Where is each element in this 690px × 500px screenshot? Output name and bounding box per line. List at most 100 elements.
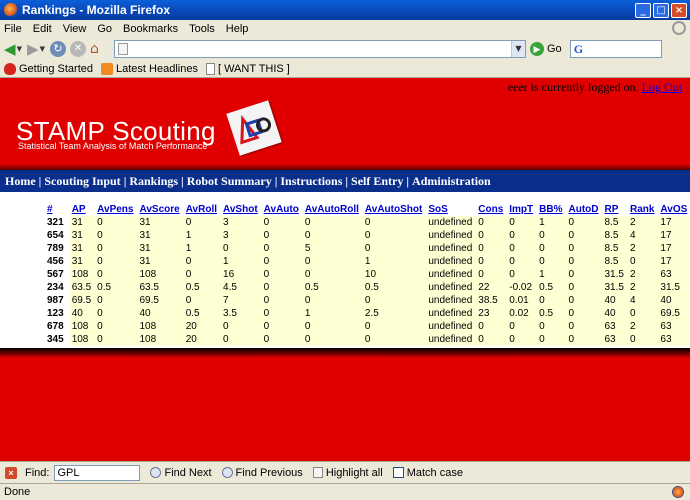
bookmark-latest-headlines[interactable]: Latest Headlines [101,63,198,75]
bookmark-label: Latest Headlines [116,63,198,75]
table-cell: undefined [425,229,476,242]
go-label: Go [547,43,562,55]
column-header[interactable]: # [44,202,69,216]
table-cell: 0 [475,268,507,281]
forward-button[interactable]: ▶ ▼ [26,39,46,59]
back-button[interactable]: ◀ ▼ [3,39,23,59]
table-cell: 0 [94,333,137,346]
table-cell: 8.5 [601,242,627,255]
menu-go[interactable]: Go [97,23,112,35]
table-cell: 16 [220,268,261,281]
table-cell: 0 [361,216,426,229]
stop-button[interactable]: ✕ [70,41,86,57]
table-cell: 0 [565,242,602,255]
table-cell: 31.5 [601,268,627,281]
table-cell: 0 [220,333,261,346]
address-bar[interactable]: ▼ [114,40,526,58]
table-cell: 0 [475,229,507,242]
bookmark-getting-started[interactable]: Getting Started [4,63,93,75]
table-cell: 0 [565,229,602,242]
column-header[interactable]: AvRoll [183,202,220,216]
menu-bookmarks[interactable]: Bookmarks [123,23,178,35]
close-findbar-icon[interactable]: × [5,466,17,479]
firefox-status-icon [672,486,684,498]
table-cell: 22 [475,281,507,294]
highlight-all-button[interactable]: Highlight all [312,467,383,479]
table-cell: 0.01 [506,294,537,307]
table-cell: 2 [626,281,658,294]
column-header[interactable]: RP [602,202,627,216]
maximize-button[interactable]: □ [653,2,669,18]
column-header[interactable]: AvAutoShot [362,202,425,216]
column-header[interactable]: AP [69,202,94,216]
chevron-down-icon[interactable]: ▼ [40,45,45,53]
nav-home[interactable]: Home [5,174,36,189]
status-bar: Done [0,483,690,500]
table-cell: 2 [626,268,658,281]
column-header[interactable]: Rank [627,202,657,216]
bookmark-want-this[interactable]: [ WANT THIS ] [205,63,290,75]
close-button[interactable]: × [671,2,687,18]
chevron-down-icon[interactable]: ▼ [17,45,22,53]
table-cell: 2 [626,320,658,333]
table-row: 6781080108200000undefined00006326345 [44,320,690,333]
column-header[interactable]: SoS [425,202,475,216]
column-header[interactable]: AvAuto [261,202,302,216]
find-previous-button[interactable]: Find Previous [221,467,303,479]
reload-button[interactable]: ↻ [50,41,66,57]
search-box[interactable]: G [569,40,662,58]
table-cell: 0 [94,294,137,307]
table-cell: undefined [425,216,476,229]
table-cell: 40 [657,294,690,307]
column-header[interactable]: AvScore [136,202,182,216]
nav-administration[interactable]: Administration [412,174,491,189]
first-logo-icon [226,100,282,156]
nav-robot-summary[interactable]: Robot Summary [187,174,272,189]
nav-scouting-input[interactable]: Scouting Input [44,174,120,189]
column-header[interactable]: BB% [536,202,565,216]
page-icon [205,63,215,75]
menu-tools[interactable]: Tools [189,23,215,35]
table-cell: 1 [182,229,221,242]
menu-help[interactable]: Help [226,23,249,35]
table-cell: 108 [136,333,183,346]
table-cell: 0 [220,242,261,255]
find-next-button[interactable]: Find Next [150,467,212,479]
table-cell: 3.5 [220,307,261,320]
table-cell: 0 [536,229,566,242]
column-header[interactable]: AvAutoRoll [302,202,362,216]
match-case-checkbox[interactable]: Match case [392,467,463,479]
window-title: Rankings - Mozilla Firefox [22,3,171,17]
logout-link[interactable]: Log Out [642,80,682,94]
column-header[interactable]: AvShot [220,202,261,216]
address-dropdown-button[interactable]: ▼ [511,41,525,57]
table-cell: 0.5 [182,307,221,320]
go-button[interactable]: ▶ Go [530,42,562,56]
table-cell: 0 [536,242,566,255]
minimize-button[interactable]: _ [635,2,651,18]
table-cell: 63.5 [68,281,95,294]
column-header[interactable]: Cons [475,202,506,216]
table-cell: 0 [94,255,137,268]
nav-instructions[interactable]: Instructions [280,174,342,189]
table-cell: 0.5 [94,281,137,294]
nav-self-entry[interactable]: Self Entry [351,174,403,189]
table-cell: 0 [475,320,507,333]
menu-file[interactable]: File [4,23,22,35]
menu-view[interactable]: View [63,23,87,35]
table-cell: 0 [565,268,602,281]
google-icon: G [573,41,584,56]
find-input[interactable]: GPL [54,464,141,481]
menu-edit[interactable]: Edit [33,23,52,35]
rankings-table: # AP AvPens AvScore AvRoll AvShot AvAuto AvAuto… [44,202,690,346]
table-cell: 0 [506,242,537,255]
nav-rankings[interactable]: Rankings [129,174,178,189]
column-header[interactable]: ImpT [506,202,536,216]
column-header[interactable]: AutoD [566,202,602,216]
table-cell: 0 [361,229,426,242]
table-cell: 40 [601,294,627,307]
table-cell: 108 [68,333,95,346]
column-header[interactable]: AvPens [94,202,136,216]
home-button[interactable]: ⌂ [90,41,108,57]
column-header[interactable]: AvOS [657,202,690,216]
